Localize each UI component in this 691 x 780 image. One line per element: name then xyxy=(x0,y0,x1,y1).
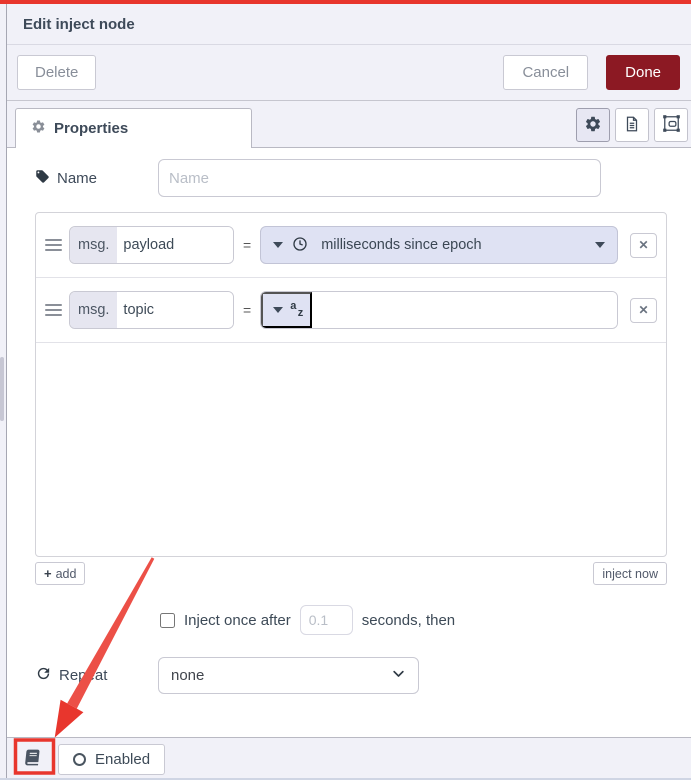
drag-handle-icon[interactable] xyxy=(45,239,62,251)
payload-value-label: milliseconds since epoch xyxy=(321,237,482,253)
inject-once-row: Inject once after seconds, then xyxy=(160,605,691,635)
gear-icon xyxy=(584,115,602,136)
payload-key-typedinput[interactable]: msg. xyxy=(69,226,234,264)
node-help-button[interactable] xyxy=(17,744,48,774)
remove-row-button[interactable]: ✕ xyxy=(630,232,657,258)
remove-row-button[interactable]: ✕ xyxy=(630,297,657,323)
clock-icon xyxy=(292,236,308,255)
tab-icon-buttons xyxy=(576,108,688,142)
repeat-label-text: Repeat xyxy=(59,667,108,684)
dialog-header: Edit inject node xyxy=(7,4,691,45)
repeat-row: Repeat none xyxy=(35,657,691,694)
caret-down-icon xyxy=(273,242,284,248)
inject-once-checkbox[interactable] xyxy=(160,612,175,628)
dialog-footer: Enabled xyxy=(7,737,691,780)
top-red-strip xyxy=(0,0,691,4)
string-type-icon: az xyxy=(290,300,304,319)
payload-value-typedinput[interactable]: milliseconds since epoch xyxy=(260,226,619,264)
inject-once-suffix-label: seconds, then xyxy=(361,611,456,629)
enabled-label: Enabled xyxy=(95,750,151,768)
inject-now-button[interactable]: inject now xyxy=(593,562,667,585)
gear-icon xyxy=(31,119,46,139)
tag-icon xyxy=(35,169,50,188)
topic-value-typedinput: az xyxy=(260,291,619,329)
plus-icon: + xyxy=(44,566,52,581)
appearance-tab-button[interactable] xyxy=(654,108,688,142)
equals-sign: = xyxy=(243,302,252,318)
repeat-select[interactable]: none xyxy=(158,657,419,694)
list-item-topic: msg. = az ✕ xyxy=(36,278,666,343)
chevron-down-icon xyxy=(391,666,406,685)
dialog-toolbar: Delete Cancel Done xyxy=(7,45,691,101)
appearance-icon xyxy=(662,114,681,136)
list-actions-row: + add inject now xyxy=(35,562,667,585)
delete-button[interactable]: Delete xyxy=(17,55,97,90)
refresh-icon xyxy=(35,665,52,686)
repeat-label: Repeat xyxy=(35,665,158,686)
message-properties-list: msg. = milliseconds since epoch xyxy=(35,212,667,557)
document-icon xyxy=(623,115,641,136)
inject-once-label: Inject once after xyxy=(184,611,291,629)
name-input[interactable] xyxy=(158,159,601,197)
topic-key-input[interactable] xyxy=(117,292,233,328)
msg-prefix: msg. xyxy=(70,292,118,328)
status-circle-icon xyxy=(73,752,86,766)
topic-value-input[interactable] xyxy=(312,292,618,328)
add-row-button[interactable]: + add xyxy=(35,562,86,585)
add-button-label: add xyxy=(55,566,77,581)
tab-properties-label: Properties xyxy=(54,120,129,137)
inject-once-delay-input[interactable] xyxy=(299,605,353,635)
edit-inject-dialog: Edit inject node Delete Cancel Done Prop… xyxy=(0,0,691,780)
name-row: Name xyxy=(35,159,691,197)
enabled-toggle-button[interactable]: Enabled xyxy=(58,743,166,775)
name-label-text: Name xyxy=(57,169,98,187)
dialog-title: Edit inject node xyxy=(23,15,135,33)
tab-bar: Properties xyxy=(7,101,691,148)
caret-down-icon xyxy=(273,307,284,313)
description-tab-button[interactable] xyxy=(615,108,649,142)
topic-type-button[interactable]: az xyxy=(261,292,313,328)
scrollbar-thumb[interactable] xyxy=(0,357,4,421)
properties-panel: Name msg. = xyxy=(7,148,691,737)
book-icon xyxy=(22,748,43,770)
window-left-gutter xyxy=(0,4,7,780)
drag-handle-icon[interactable] xyxy=(45,304,62,316)
repeat-selected-option: none xyxy=(171,667,205,684)
name-label: Name xyxy=(35,169,158,188)
inject-now-label: inject now xyxy=(602,566,658,581)
list-item-payload: msg. = milliseconds since epoch xyxy=(36,213,666,278)
caret-down-icon xyxy=(595,242,606,248)
dialog-panel: Edit inject node Delete Cancel Done Prop… xyxy=(7,4,691,780)
msg-prefix: msg. xyxy=(70,227,118,263)
properties-tab-button[interactable] xyxy=(576,108,610,142)
equals-sign: = xyxy=(243,237,252,253)
cancel-button[interactable]: Cancel xyxy=(503,55,589,90)
payload-key-input[interactable] xyxy=(117,227,233,263)
done-button[interactable]: Done xyxy=(606,55,680,90)
topic-key-typedinput[interactable]: msg. xyxy=(69,291,234,329)
tab-properties[interactable]: Properties xyxy=(15,108,252,148)
